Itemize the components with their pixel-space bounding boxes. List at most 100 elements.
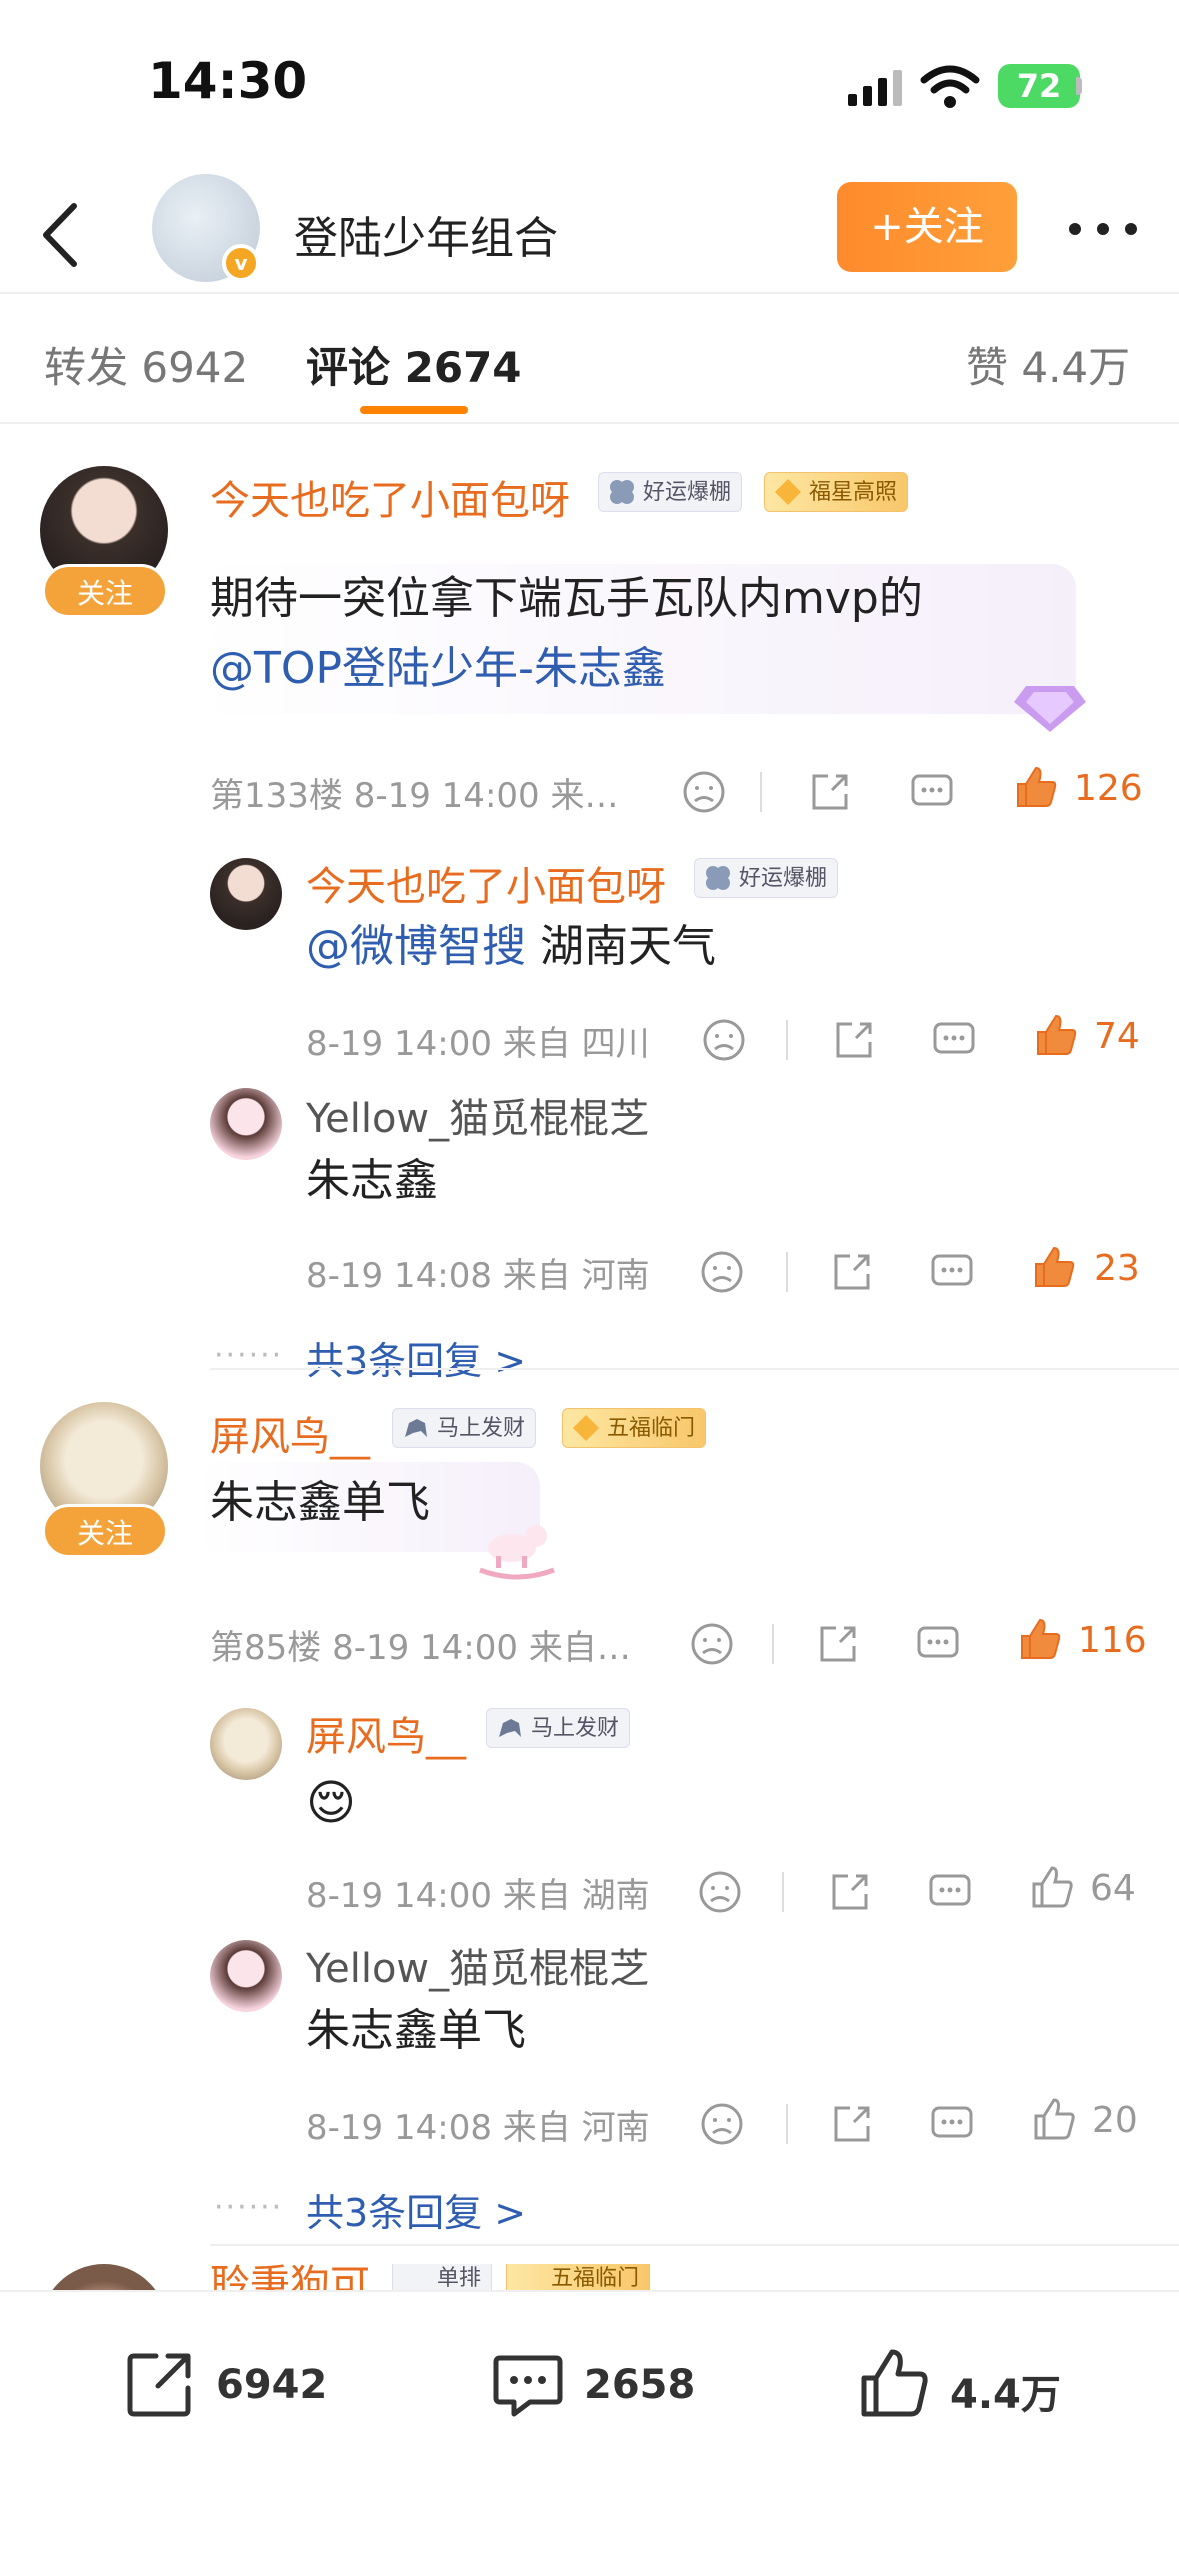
- like-icon[interactable]: [1030, 2096, 1078, 2144]
- like-count: 74: [1094, 1016, 1140, 1057]
- back-arrow-icon[interactable]: [36, 200, 84, 270]
- dislike-face-icon[interactable]: [688, 1620, 736, 1668]
- reply-avatar[interactable]: [210, 1708, 282, 1780]
- comment-action[interactable]: 2658: [490, 2332, 710, 2432]
- like-count: 20: [1092, 2100, 1138, 2141]
- reply-avatar[interactable]: [210, 858, 282, 930]
- dislike-face-icon[interactable]: [700, 1016, 748, 1064]
- username[interactable]: 今天也吃了小面包呀: [210, 468, 570, 526]
- badge-label: 单排: [437, 2266, 482, 2290]
- rocking-horse-decoration-icon: [479, 1525, 555, 1580]
- divider: [772, 1624, 774, 1664]
- divider: [786, 1020, 788, 1060]
- badge-label: 五福临门: [551, 2266, 640, 2290]
- reply-avatar[interactable]: [210, 1940, 282, 2012]
- battery-tip: [1076, 77, 1082, 95]
- share-icon[interactable]: [830, 1016, 878, 1064]
- share-icon[interactable]: [828, 2100, 876, 2148]
- follow-user-button[interactable]: 关注: [42, 564, 168, 618]
- dislike-face-icon[interactable]: [698, 2100, 746, 2148]
- share-icon[interactable]: [826, 1868, 874, 1916]
- like-count: 4.4万: [950, 2372, 1061, 2418]
- more-options-icon[interactable]: [1068, 222, 1138, 236]
- comment-count: 2658: [584, 2362, 696, 2408]
- divider: [786, 1252, 788, 1292]
- badge-label: 马上发财: [437, 1416, 526, 1441]
- level-badge-icon: [573, 1415, 599, 1441]
- reply-username[interactable]: Yellow_猫觅棍棍芝: [306, 1936, 649, 1994]
- like-icon[interactable]: [1012, 764, 1060, 812]
- fan-badge: 好运爆棚: [598, 472, 743, 512]
- bottom-action-bar: 6942 2658 4.4万: [0, 2290, 1179, 2556]
- like-count: 64: [1090, 1868, 1136, 1909]
- status-bar: 14:30 72: [0, 0, 1179, 160]
- divider: [782, 1872, 784, 1912]
- post-header: v 登陆少年组合 +关注: [0, 160, 1179, 294]
- share-icon[interactable]: [806, 768, 854, 816]
- account-name[interactable]: 登陆少年组合: [294, 202, 558, 266]
- dislike-face-icon[interactable]: [680, 768, 728, 816]
- reply-meta: 8-19 14:00 来自 湖南: [306, 1876, 650, 1916]
- dislike-face-icon[interactable]: [698, 1248, 746, 1296]
- like-icon[interactable]: [1016, 1616, 1064, 1664]
- badge-label: 五福临门: [607, 1416, 696, 1441]
- tab-repost[interactable]: 转发 6942: [44, 334, 248, 395]
- like-icon[interactable]: [1032, 1012, 1080, 1060]
- repost-action[interactable]: 6942: [122, 2332, 342, 2432]
- follow-user-button[interactable]: 关注: [42, 1504, 168, 1558]
- horse-icon: [499, 1719, 521, 1737]
- reply-icon[interactable]: [928, 1248, 976, 1296]
- reply-emoji: 😌: [306, 1775, 357, 1831]
- reply-meta: 8-19 14:08 来自 河南: [306, 2108, 650, 2148]
- tab-like[interactable]: 赞 4.4万: [966, 334, 1130, 395]
- fan-badge-gold: 福星高照: [764, 472, 909, 512]
- divider: [760, 772, 762, 812]
- reply-username[interactable]: Yellow_猫觅棍棍芝: [306, 1086, 649, 1144]
- reply-icon[interactable]: [930, 1016, 978, 1064]
- comment-meta: 第85楼 8-19 14:00 来自…: [210, 1628, 631, 1668]
- like-action[interactable]: 4.4万: [856, 2332, 1076, 2432]
- mention-link[interactable]: @微博智搜: [306, 921, 526, 972]
- mention-link[interactable]: @TOP登陆少年-朱志鑫: [210, 643, 666, 694]
- reply-icon[interactable]: [926, 1868, 974, 1916]
- tab-comment[interactable]: 评论 2674: [306, 334, 522, 395]
- clover-icon: [610, 480, 634, 504]
- divider: [786, 2104, 788, 2144]
- more-replies-link[interactable]: 共3条回复 >: [306, 1330, 526, 1385]
- wifi-icon: [920, 65, 980, 108]
- reply-avatar[interactable]: [210, 1088, 282, 1160]
- reply-text: 朱志鑫单飞: [306, 2005, 526, 2056]
- share-icon[interactable]: [814, 1620, 862, 1668]
- comment-text-content: 期待一突位拿下端瓦手瓦队内mvp的: [210, 573, 923, 624]
- follow-button[interactable]: +关注: [837, 182, 1017, 272]
- username[interactable]: 屏风鸟__: [210, 1404, 370, 1462]
- repost-icon: [127, 2353, 191, 2417]
- comment-icon: [493, 2355, 563, 2417]
- like-icon[interactable]: [1030, 1244, 1078, 1292]
- like-count: 126: [1074, 768, 1143, 809]
- reply-username[interactable]: 今天也吃了小面包呀: [306, 854, 666, 912]
- verified-badge-icon: v: [222, 244, 260, 282]
- comment-text: 朱志鑫单飞: [210, 1477, 430, 1528]
- reply-dots: ······: [214, 2190, 284, 2225]
- like-count: 23: [1094, 1248, 1140, 1289]
- gem-decoration-icon: [1014, 686, 1086, 732]
- reply-icon[interactable]: [908, 768, 956, 816]
- share-icon[interactable]: [828, 1248, 876, 1296]
- reply-username[interactable]: 屏风鸟__: [306, 1704, 466, 1762]
- dislike-face-icon[interactable]: [696, 1868, 744, 1916]
- reply-icon[interactable]: [928, 2100, 976, 2148]
- reply-icon[interactable]: [914, 1620, 962, 1668]
- reply-text-content: 湖南天气: [526, 921, 716, 972]
- comment-separator: [210, 1368, 1179, 1370]
- more-replies-link[interactable]: 共3条回复 >: [306, 2182, 526, 2237]
- user-avatar[interactable]: [40, 2264, 168, 2290]
- status-time: 14:30: [148, 52, 308, 110]
- reply-text: 朱志鑫: [306, 1155, 438, 1206]
- username[interactable]: 聆秉狗可: [210, 2264, 370, 2290]
- comment-item-partial: 聆秉狗可 单排 五福临门: [0, 2264, 1179, 2290]
- reply-meta: 8-19 14:00 来自 四川: [306, 1024, 650, 1064]
- comment-separator: [210, 2244, 1179, 2246]
- like-icon[interactable]: [1028, 1864, 1076, 1912]
- comment-text: 期待一突位拿下端瓦手瓦队内mvp的 @TOP登陆少年-朱志鑫: [210, 564, 1090, 704]
